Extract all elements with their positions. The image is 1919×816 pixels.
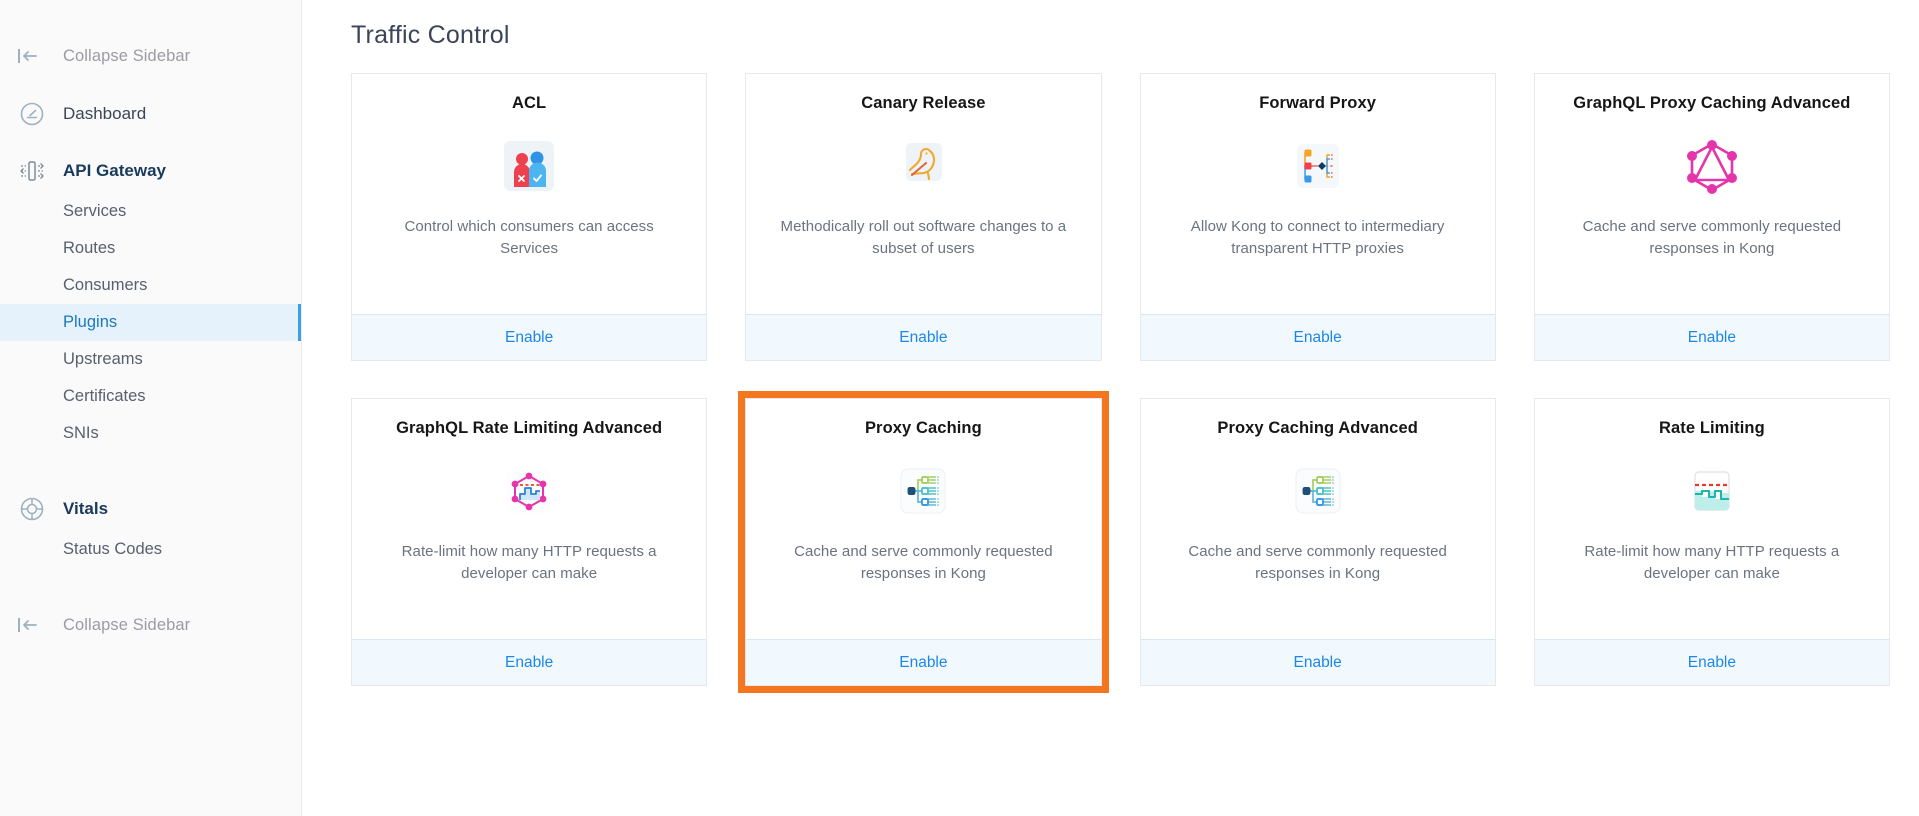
nav-api-gateway-group: API Gateway Services Routes Consumers Pl… xyxy=(0,148,301,452)
main-content: Traffic Control ACL Control which consum… xyxy=(302,0,1919,816)
plugin-card-graphql-rate-limiting-advanced[interactable]: GraphQL Rate Limiting Advanced Rate-limi… xyxy=(351,398,708,686)
vitals-target-icon xyxy=(17,496,47,522)
enable-button-label: Enable xyxy=(899,653,948,671)
sidebar-item-services[interactable]: Services xyxy=(0,193,301,230)
acl-users-icon xyxy=(498,120,560,212)
api-gateway-icon xyxy=(17,158,47,184)
plugin-card-title: ACL xyxy=(512,94,547,112)
plugin-card-description: Cache and serve commonly requested respo… xyxy=(1582,217,1842,258)
sidebar-item-snis-label: SNIs xyxy=(63,424,99,442)
canary-bird-icon xyxy=(892,120,954,212)
enable-button-label: Enable xyxy=(504,653,554,671)
plugin-card-title: GraphQL Rate Limiting Advanced xyxy=(396,419,663,437)
plugin-card-canary-release[interactable]: Canary Release Methodically roll out sof… xyxy=(745,73,1102,361)
plugin-card-body: Canary Release Methodically roll out sof… xyxy=(746,74,1100,314)
sidebar-item-dashboard[interactable]: Dashboard xyxy=(0,91,301,136)
nav-vitals-group: Vitals Status Codes xyxy=(0,486,301,568)
enable-button-label: Enable xyxy=(1687,653,1736,671)
plugin-card-title: Canary Release xyxy=(861,94,986,112)
sidebar-item-upstreams[interactable]: Upstreams xyxy=(0,341,301,378)
collapse-left-icon xyxy=(17,48,47,64)
sidebar-item-api-gateway[interactable]: API Gateway xyxy=(0,148,301,193)
forward-proxy-node-icon xyxy=(1287,120,1349,212)
sidebar-item-snis[interactable]: SNIs xyxy=(0,415,301,452)
plugin-card-description: Rate-limit how many HTTP requests a deve… xyxy=(1584,542,1840,583)
enable-button-label: Enable xyxy=(504,328,554,346)
plugin-card-body: GraphQL Proxy Caching Advanced Cache and… xyxy=(1535,74,1889,314)
plugin-card-title: Proxy Caching Advanced xyxy=(1217,419,1418,437)
enable-button[interactable]: Enable xyxy=(746,314,1101,360)
enable-button[interactable]: Enable xyxy=(1140,639,1495,685)
plugin-card-graphql-proxy-caching-advanced[interactable]: GraphQL Proxy Caching Advanced Cache and… xyxy=(1533,73,1890,361)
plugin-card-description: Control which consumers can access Servi… xyxy=(404,217,654,258)
sidebar-item-plugins[interactable]: Plugins xyxy=(0,304,301,341)
plugin-card-title: GraphQL Proxy Caching Advanced xyxy=(1573,94,1851,112)
plugin-card-body: ACL Control which consumers can access S… xyxy=(352,74,706,314)
enable-button-label: Enable xyxy=(1687,328,1736,346)
enable-button[interactable]: Enable xyxy=(1140,314,1495,360)
sidebar-item-status-codes[interactable]: Status Codes xyxy=(0,531,301,568)
sidebar-item-routes[interactable]: Routes xyxy=(0,230,301,267)
enable-button-label: Enable xyxy=(899,328,948,346)
sidebar-item-services-label: Services xyxy=(63,202,127,220)
enable-button-label: Enable xyxy=(1293,653,1342,671)
plugin-card-title: Proxy Caching xyxy=(864,419,982,437)
plugin-card-grid: ACL Control which consumers can access S… xyxy=(351,73,1890,693)
plugin-card-forward-proxy[interactable]: Forward Proxy Allow Kong to connect to i… xyxy=(1139,73,1496,361)
sidebar-item-routes-label: Routes xyxy=(63,239,116,257)
enable-button[interactable]: Enable xyxy=(1534,639,1889,685)
sidebar-item-certificates[interactable]: Certificates xyxy=(0,378,301,415)
sidebar-item-status-codes-label: Status Codes xyxy=(63,540,163,558)
plugin-card-description: Cache and serve commonly requested respo… xyxy=(794,542,1053,583)
enable-button[interactable]: Enable xyxy=(1534,314,1889,360)
app-root: Collapse Sidebar Dashboard API Gateway S… xyxy=(0,0,1919,816)
collapse-left-icon-bottom xyxy=(17,617,47,633)
graphql-logo-icon xyxy=(1680,120,1744,212)
proxy-caching-tree-icon xyxy=(892,445,954,537)
plugin-card-description: Allow Kong to connect to intermediary tr… xyxy=(1190,217,1445,258)
sidebar-item-consumers-label: Consumers xyxy=(63,276,148,294)
collapse-sidebar-button-top[interactable]: Collapse Sidebar xyxy=(0,33,301,79)
enable-button[interactable]: Enable xyxy=(352,639,707,685)
graphql-rate-limit-icon xyxy=(498,445,560,537)
plugin-card-description: Methodically roll out software changes t… xyxy=(780,217,1067,258)
sidebar-item-vitals-label: Vitals xyxy=(63,498,109,518)
enable-button-label: Enable xyxy=(1293,328,1342,346)
plugin-card-body: Forward Proxy Allow Kong to connect to i… xyxy=(1141,74,1495,314)
plugin-card-body: Proxy Caching Cache and serve commonly r… xyxy=(746,399,1100,639)
sidebar-item-upstreams-label: Upstreams xyxy=(63,350,143,368)
sidebar-item-dashboard-label: Dashboard xyxy=(63,103,147,123)
page-title: Traffic Control xyxy=(351,21,510,49)
plugin-card-description: Cache and serve commonly requested respo… xyxy=(1188,542,1447,583)
sidebar-item-api-gateway-label: API Gateway xyxy=(63,160,166,180)
collapse-sidebar-button-bottom[interactable]: Collapse Sidebar xyxy=(0,602,301,648)
sidebar-item-vitals[interactable]: Vitals xyxy=(0,486,301,531)
plugin-card-proxy-caching-advanced[interactable]: Proxy Caching Advanced Cache and serve c… xyxy=(1139,398,1496,686)
enable-button[interactable]: Enable xyxy=(352,314,707,360)
nav-dashboard-group: Dashboard xyxy=(0,91,301,136)
collapse-sidebar-label-top: Collapse Sidebar xyxy=(63,46,191,65)
plugin-card-title: Rate Limiting xyxy=(1658,419,1765,437)
plugin-card-proxy-caching[interactable]: Proxy Caching Cache and serve commonly r… xyxy=(738,391,1109,693)
sidebar: Collapse Sidebar Dashboard API Gateway S… xyxy=(0,0,302,816)
plugin-card-title: Forward Proxy xyxy=(1259,94,1377,112)
plugin-card-description: Rate-limit how many HTTP requests a deve… xyxy=(401,542,657,583)
gauge-icon xyxy=(17,101,47,127)
rate-limiting-wave-icon xyxy=(1681,445,1743,537)
enable-button[interactable]: Enable xyxy=(746,639,1101,685)
plugin-card-body: Rate Limiting Rate-limit how many HTTP r… xyxy=(1535,399,1889,639)
plugin-card-body: GraphQL Rate Limiting Advanced Rate-limi… xyxy=(352,399,706,639)
sidebar-item-certificates-label: Certificates xyxy=(63,387,146,405)
plugin-card-body: Proxy Caching Advanced Cache and serve c… xyxy=(1141,399,1495,639)
plugin-card-rate-limiting[interactable]: Rate Limiting Rate-limit how many HTTP r… xyxy=(1533,398,1890,686)
sidebar-item-plugins-label: Plugins xyxy=(63,313,118,331)
proxy-caching-tree-icon xyxy=(1287,445,1349,537)
plugin-card-acl[interactable]: ACL Control which consumers can access S… xyxy=(351,73,708,361)
collapse-sidebar-label-bottom: Collapse Sidebar xyxy=(63,615,191,634)
sidebar-item-consumers[interactable]: Consumers xyxy=(0,267,301,304)
